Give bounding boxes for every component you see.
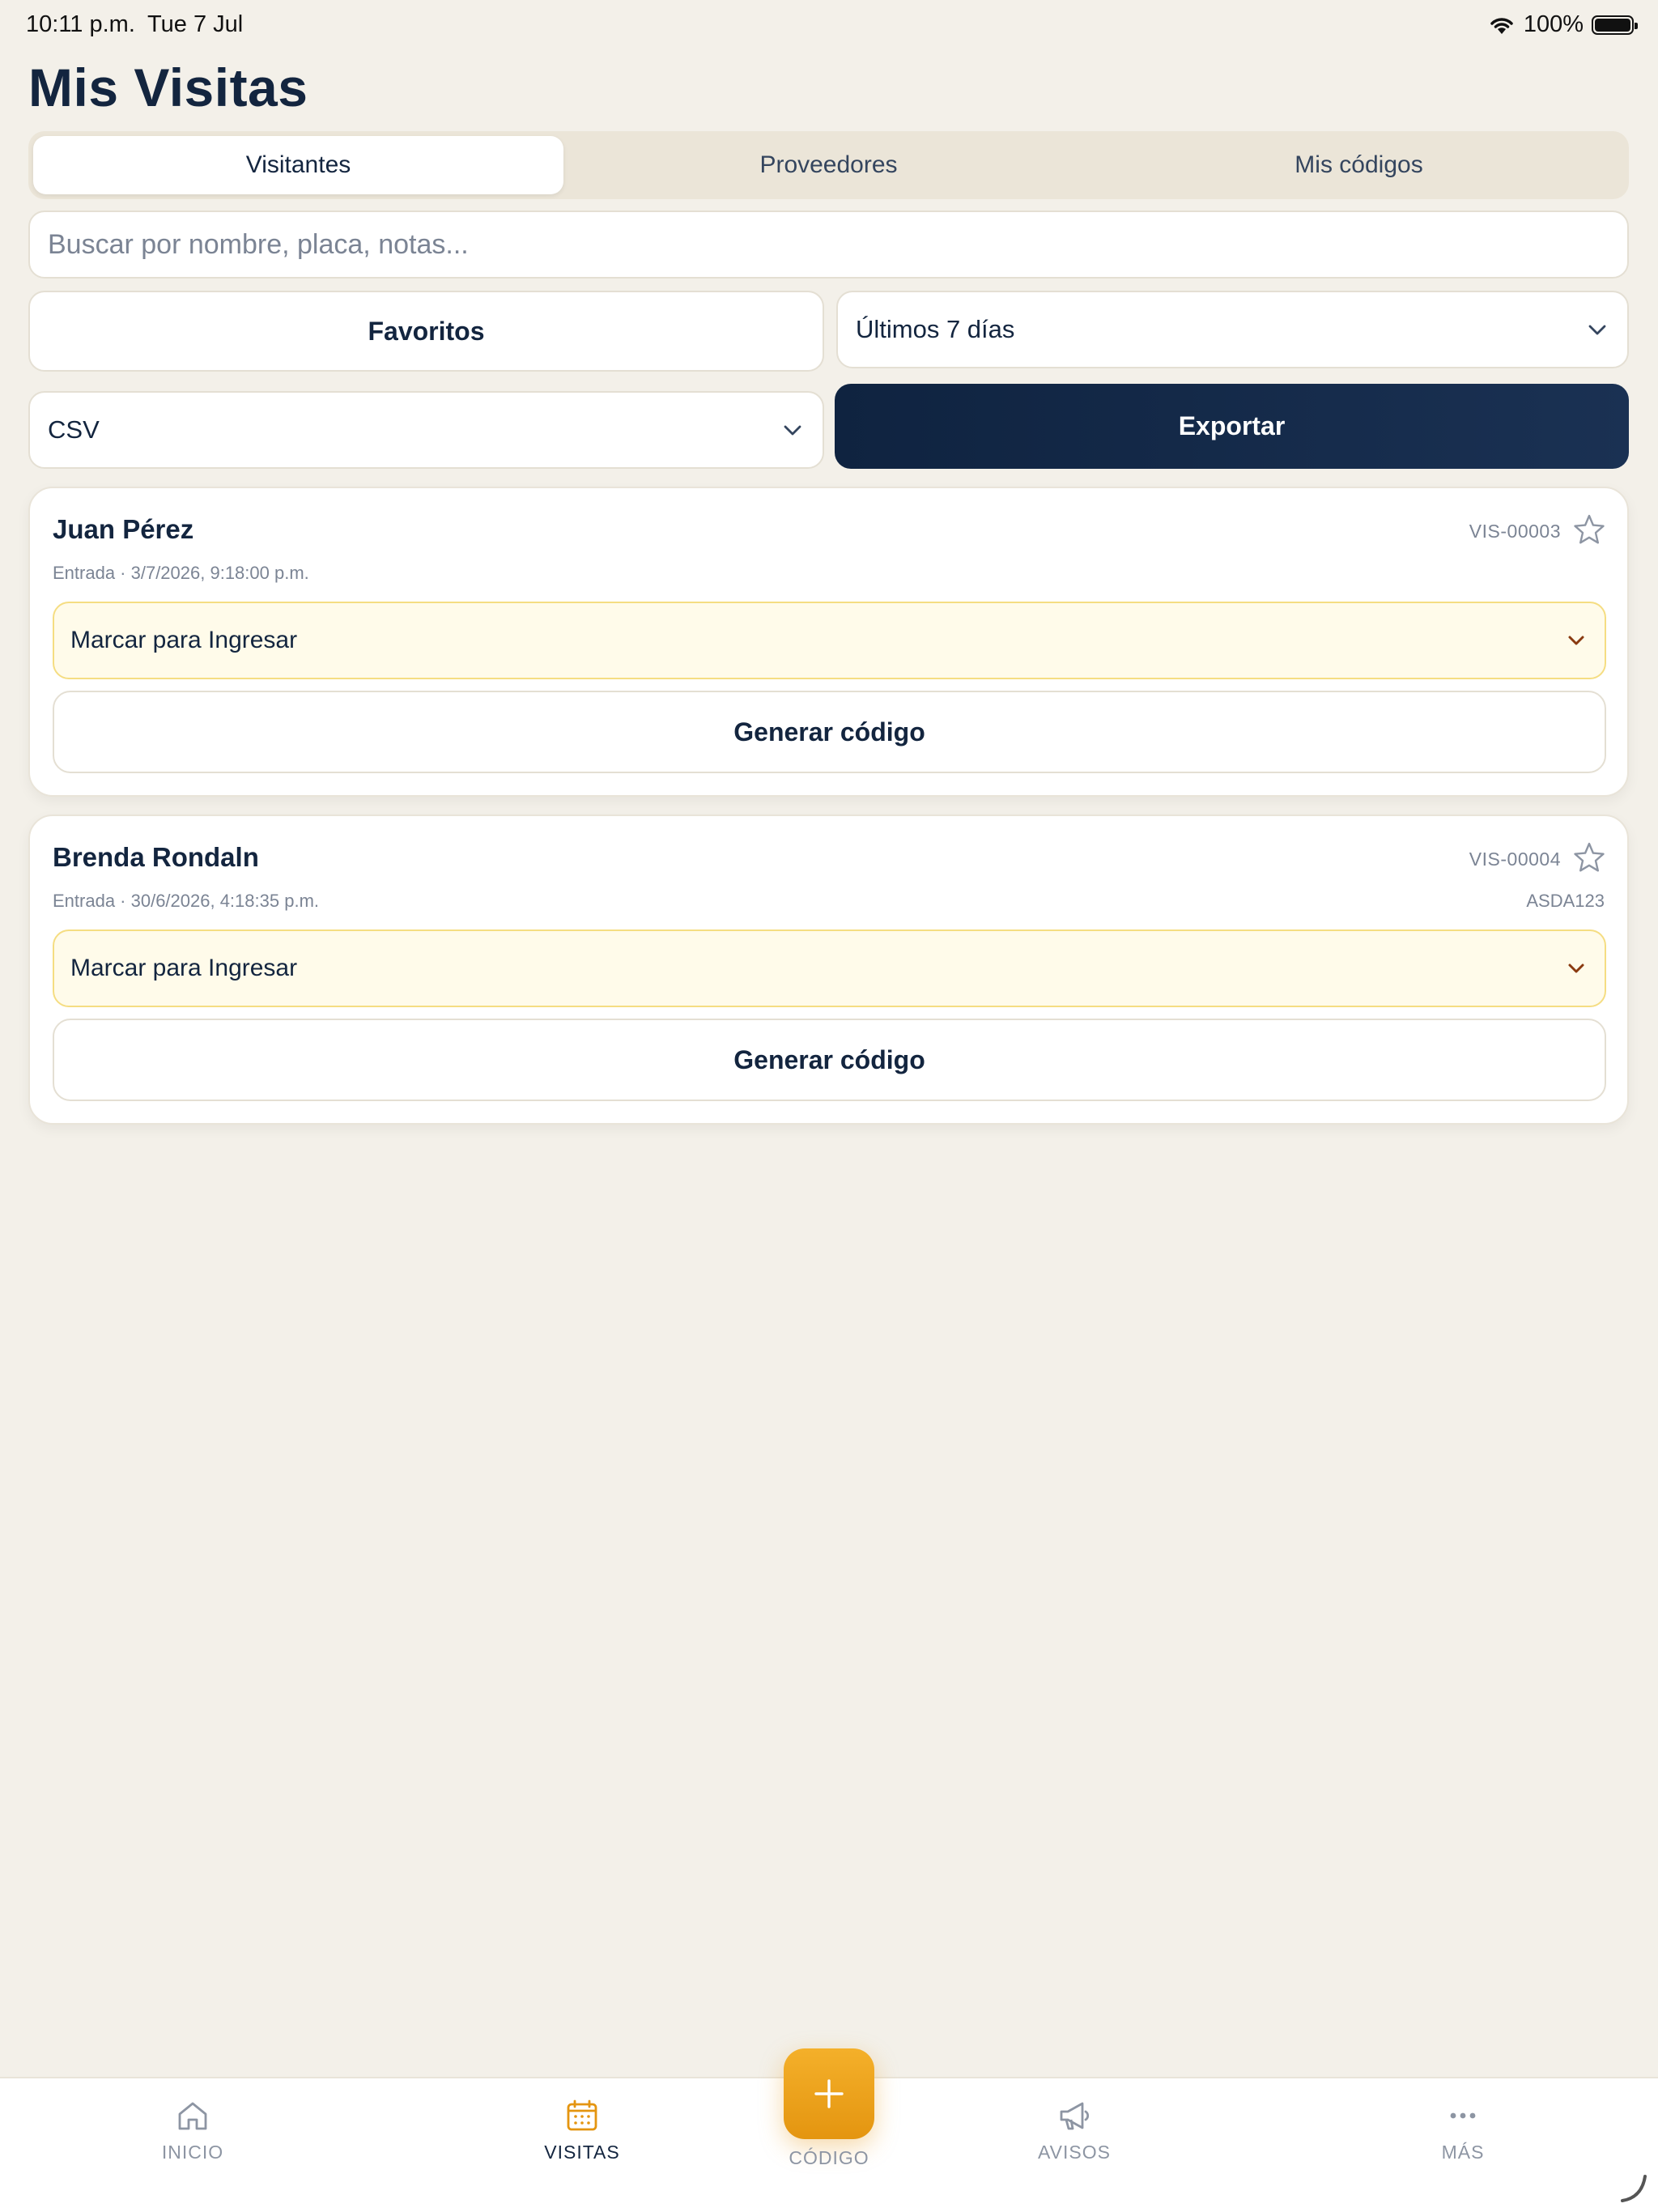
- nav-item-avisos[interactable]: AVISOS: [993, 2096, 1155, 2163]
- nav-label: INICIO: [161, 2142, 224, 2163]
- visit-card: Brenda Rondaln VIS-00004 Entrada · 30/6/…: [28, 815, 1629, 1125]
- status-bar: 10:11 p.m. Tue 7 Jul 100%: [0, 0, 1658, 52]
- tab-mis-codigos[interactable]: Mis códigos: [1094, 136, 1624, 194]
- home-icon: [178, 2102, 207, 2130]
- visit-card: Juan Pérez VIS-00003 Entrada · 3/7/2026,…: [28, 487, 1629, 797]
- nav-label: AVISOS: [1038, 2142, 1111, 2163]
- visit-id: VIS-00004: [1469, 849, 1561, 870]
- resize-handle-icon: [1621, 2175, 1647, 2202]
- plus-icon: [814, 2079, 844, 2108]
- nav-label-codigo: CÓDIGO: [789, 2147, 869, 2168]
- export-format-value: CSV: [48, 415, 100, 444]
- megaphone-icon: [1060, 2102, 1090, 2130]
- nav-item-visitas[interactable]: VISITAS: [501, 2096, 663, 2163]
- entry-timestamp: Entrada · 3/7/2026, 9:18:00 p.m.: [53, 563, 309, 583]
- favorite-star-icon[interactable]: [1572, 840, 1606, 874]
- status-indicators: 100%: [1488, 11, 1638, 38]
- visit-status-select[interactable]: Marcar para Ingresar: [53, 602, 1606, 679]
- search-input[interactable]: Buscar por nombre, placa, notas...: [28, 211, 1629, 279]
- export-button[interactable]: Exportar: [835, 384, 1629, 469]
- visit-id: VIS-00003: [1469, 521, 1561, 542]
- chevron-down-icon: [784, 425, 801, 436]
- favorite-star-icon[interactable]: [1572, 513, 1606, 547]
- favorites-button[interactable]: Favoritos: [28, 291, 824, 372]
- wifi-icon: [1490, 17, 1513, 34]
- chevron-down-icon: [1588, 325, 1606, 335]
- visit-status-value: Marcar para Ingresar: [70, 627, 298, 653]
- chevron-down-icon: [1568, 636, 1584, 645]
- visit-type-tabs: Visitantes Proveedores Mis códigos: [28, 131, 1629, 199]
- nav-label: VISITAS: [544, 2142, 620, 2163]
- chevron-down-icon: [1568, 963, 1584, 973]
- status-time: 10:11 p.m.: [26, 11, 135, 37]
- visit-status-select[interactable]: Marcar para Ingresar: [53, 929, 1606, 1007]
- entry-timestamp: Entrada · 30/6/2026, 4:18:35 p.m.: [53, 891, 320, 911]
- date-range-select[interactable]: Últimos 7 días: [836, 291, 1629, 368]
- nav-item-inicio[interactable]: INICIO: [112, 2096, 274, 2163]
- battery-icon: [1592, 15, 1638, 35]
- visitor-name: Brenda Rondaln: [53, 842, 259, 872]
- visit-status-value: Marcar para Ingresar: [70, 955, 298, 981]
- export-format-select[interactable]: CSV: [28, 391, 824, 469]
- tab-proveedores[interactable]: Proveedores: [563, 136, 1094, 194]
- generate-code-button[interactable]: Generar código: [53, 691, 1606, 773]
- tab-visitantes[interactable]: Visitantes: [33, 136, 563, 194]
- more-dots-icon: [1450, 2112, 1476, 2119]
- status-date: Tue 7 Jul: [147, 11, 244, 37]
- calendar-icon: [567, 2099, 597, 2131]
- page-title: Mis Visitas: [28, 57, 308, 117]
- nav-item-mas[interactable]: MÁS: [1382, 2096, 1544, 2163]
- vehicle-plate: ASDA123: [1526, 891, 1605, 911]
- battery-percentage: 100%: [1523, 11, 1584, 37]
- date-range-value: Últimos 7 días: [856, 315, 1015, 343]
- visitor-name: Juan Pérez: [53, 514, 194, 544]
- add-code-button[interactable]: [784, 2048, 874, 2139]
- generate-code-button[interactable]: Generar código: [53, 1019, 1606, 1101]
- nav-label: MÁS: [1441, 2142, 1485, 2163]
